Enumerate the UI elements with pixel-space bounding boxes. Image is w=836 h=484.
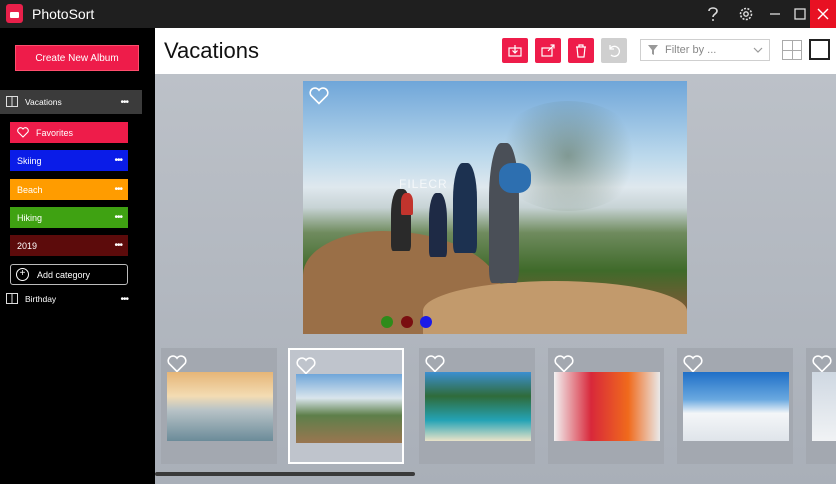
category-more-button[interactable]: •••: [114, 212, 122, 223]
album-more-button[interactable]: •••: [120, 97, 128, 108]
create-album-button[interactable]: Create New Album: [15, 45, 139, 71]
undo-icon: [609, 45, 620, 57]
import-button[interactable]: [502, 38, 528, 63]
thumbnail[interactable]: [419, 348, 535, 464]
thumbnail[interactable]: [806, 348, 836, 464]
maximize-icon: [794, 8, 806, 20]
category-more-button[interactable]: •••: [114, 240, 122, 251]
favorite-heart-icon[interactable]: [683, 355, 703, 373]
album-label: Birthday: [25, 294, 57, 304]
thumbnail-selected[interactable]: [288, 348, 404, 464]
category-dot-skiing: [420, 316, 432, 328]
heart-icon: [17, 127, 29, 138]
favorite-heart-icon[interactable]: [554, 355, 574, 373]
category-more-button[interactable]: •••: [114, 155, 122, 166]
category-skiing[interactable]: Skiing •••: [10, 150, 128, 171]
minimize-icon: [770, 13, 780, 15]
delete-icon: [576, 43, 586, 58]
add-category-label: Add category: [37, 269, 91, 280]
thumbnail-image: [425, 372, 531, 441]
close-icon: [817, 8, 829, 20]
category-more-button[interactable]: •••: [114, 184, 122, 195]
plus-icon: +: [16, 268, 29, 281]
app-logo-icon: [6, 4, 23, 23]
grid-view-button[interactable]: [782, 40, 802, 60]
page-title: Vacations: [164, 38, 259, 63]
category-beach[interactable]: Beach •••: [10, 179, 128, 200]
settings-button[interactable]: [731, 0, 761, 28]
filter-funnel-icon: [648, 45, 658, 55]
category-label: Hiking: [17, 212, 43, 223]
category-label: 2019: [17, 240, 38, 251]
header: Vacations Filter by ...: [155, 28, 836, 74]
content-area: FILECR: [155, 74, 836, 484]
watermark: FILECR: [399, 177, 448, 191]
category-2019[interactable]: 2019 •••: [10, 235, 128, 256]
category-label: Beach: [17, 184, 43, 195]
thumbnail-scrollbar[interactable]: [155, 472, 415, 476]
favorite-heart-icon[interactable]: [812, 355, 832, 373]
delete-button[interactable]: [568, 38, 594, 63]
category-dot-2019: [401, 316, 413, 328]
chevron-down-icon: [753, 47, 763, 53]
question-mark-icon: [708, 7, 718, 21]
album-book-icon: [6, 293, 18, 304]
thumbnail-image: [812, 372, 836, 441]
app-title: PhotoSort: [32, 6, 95, 22]
favorite-heart-icon[interactable]: [167, 355, 187, 373]
thumbnail-image: [296, 374, 402, 443]
gear-icon: [739, 7, 753, 21]
favorite-heart-icon[interactable]: [296, 357, 316, 375]
filter-placeholder: Filter by ...: [665, 44, 717, 56]
sidebar: Create New Album Vacations ••• Favorites…: [0, 28, 154, 484]
category-favorites[interactable]: Favorites: [10, 122, 128, 143]
title-bar: PhotoSort: [0, 0, 836, 28]
album-label: Vacations: [25, 97, 62, 107]
photo-hiker: [429, 193, 447, 257]
thumbnail[interactable]: [548, 348, 664, 464]
add-category-button[interactable]: + Add category: [10, 264, 128, 285]
album-item-vacations[interactable]: Vacations •••: [0, 90, 142, 114]
album-more-button[interactable]: •••: [120, 294, 128, 305]
export-icon: [541, 44, 555, 57]
category-label: Favorites: [36, 127, 74, 138]
help-button[interactable]: [698, 0, 728, 28]
export-button[interactable]: [535, 38, 561, 63]
thumbnail-image: [167, 372, 273, 441]
photo-ground: [423, 281, 687, 334]
photo-hiker: [453, 163, 477, 253]
main-photo[interactable]: FILECR: [303, 81, 687, 334]
import-icon: [508, 45, 522, 57]
thumbnail[interactable]: [161, 348, 277, 464]
filter-dropdown[interactable]: Filter by ...: [640, 39, 770, 61]
photo-backpack: [499, 163, 531, 193]
album-book-icon: [6, 96, 18, 107]
undo-button[interactable]: [601, 38, 627, 63]
favorite-heart-icon[interactable]: [425, 355, 445, 373]
category-dot-hiking: [381, 316, 393, 328]
category-hiking[interactable]: Hiking •••: [10, 207, 128, 228]
thumbnail-image: [554, 372, 660, 441]
thumbnail[interactable]: [677, 348, 793, 464]
thumbnail-image: [683, 372, 789, 441]
close-button[interactable]: [810, 0, 836, 28]
album-item-birthday[interactable]: Birthday •••: [0, 287, 142, 311]
photo-backpack: [401, 193, 413, 215]
favorite-heart-icon[interactable]: [309, 87, 329, 105]
category-label: Skiing: [17, 155, 42, 166]
single-view-button[interactable]: [809, 39, 830, 60]
